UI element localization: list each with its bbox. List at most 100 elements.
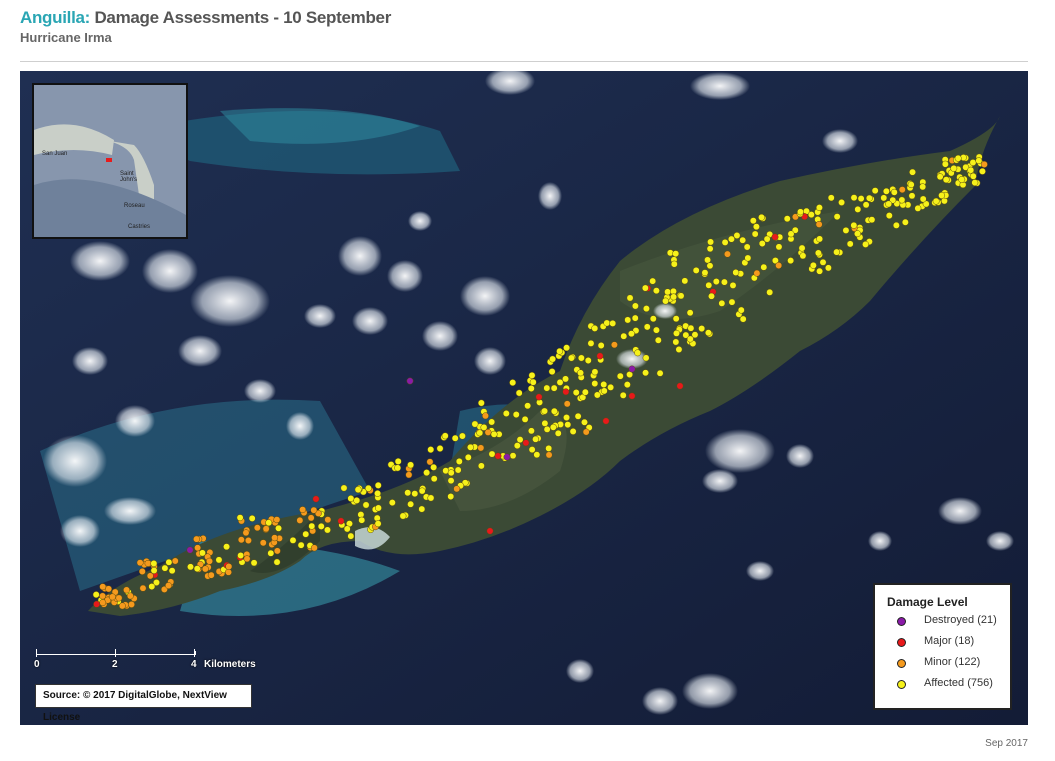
damage-point xyxy=(885,200,893,208)
damage-point xyxy=(652,287,660,295)
damage-point xyxy=(687,324,695,332)
damage-point xyxy=(317,522,325,530)
damage-point xyxy=(816,267,824,275)
damage-point xyxy=(562,375,569,383)
damage-point xyxy=(673,329,680,337)
source-credit: Source: © 2017 DigitalGlobe, NextView Li… xyxy=(35,684,252,723)
damage-point xyxy=(374,490,382,497)
damage-point xyxy=(541,407,549,415)
damage-point xyxy=(186,546,194,554)
damage-point xyxy=(289,536,297,544)
damage-point xyxy=(513,442,521,450)
damage-point xyxy=(854,230,861,238)
damage-point xyxy=(602,417,610,425)
damage-point xyxy=(739,236,747,244)
damage-point xyxy=(704,256,712,264)
damage-point xyxy=(253,524,261,532)
scale-tick xyxy=(115,649,116,657)
damage-point xyxy=(732,269,740,276)
damage-point xyxy=(744,254,752,262)
minor-dot-icon xyxy=(897,659,906,668)
damage-point xyxy=(862,201,870,209)
damage-point xyxy=(225,568,232,576)
damage-point xyxy=(681,277,689,285)
damage-point xyxy=(631,302,639,310)
damage-point xyxy=(842,226,850,234)
location-marker xyxy=(106,158,112,162)
damage-point xyxy=(775,262,783,269)
damage-point xyxy=(854,205,862,213)
damage-point xyxy=(676,382,684,390)
damage-point xyxy=(760,263,768,271)
damage-point xyxy=(150,560,158,567)
damage-point xyxy=(548,368,556,376)
scale-bar: 0 2 4 Kilometers xyxy=(34,645,284,675)
damage-point xyxy=(225,563,233,570)
affected-dot-icon xyxy=(897,680,906,689)
damage-point xyxy=(603,319,611,327)
damage-point xyxy=(337,517,345,525)
legend-label: Destroyed (21) xyxy=(924,614,997,626)
damage-point xyxy=(407,500,415,508)
damage-point xyxy=(549,423,557,431)
legend-item-destroyed: Destroyed (21) xyxy=(887,613,1010,634)
damage-point xyxy=(118,602,126,610)
damage-point xyxy=(99,583,107,591)
damage-point xyxy=(150,567,158,574)
damage-point xyxy=(691,331,699,339)
damage-point xyxy=(865,194,873,202)
damage-point xyxy=(677,292,685,300)
damage-point xyxy=(787,257,795,265)
damage-point xyxy=(807,211,815,219)
map-view[interactable]: San Juan Saint John's Roseau Castries 0 … xyxy=(20,71,1028,725)
scale-label-2: 2 xyxy=(112,659,118,670)
damage-point xyxy=(627,330,635,338)
damage-point xyxy=(265,519,273,527)
damage-point xyxy=(374,520,382,528)
damage-point xyxy=(641,284,649,292)
damage-point xyxy=(766,288,774,296)
damage-point xyxy=(206,557,213,565)
damage-point xyxy=(144,559,152,567)
damage-point xyxy=(600,381,608,388)
scale-label-4: 4 xyxy=(191,659,197,670)
damage-point xyxy=(302,530,310,538)
damage-point xyxy=(207,571,215,579)
damage-point xyxy=(978,167,986,175)
damage-point xyxy=(374,504,382,512)
damage-point xyxy=(954,154,962,162)
damage-point xyxy=(662,297,669,305)
damage-point xyxy=(581,388,589,396)
damage-point xyxy=(126,592,134,600)
damage-point xyxy=(307,514,315,522)
damage-point xyxy=(146,572,154,580)
damage-point xyxy=(607,383,615,391)
inset-locator-map: San Juan Saint John's Roseau Castries xyxy=(32,83,188,239)
damage-point xyxy=(619,391,627,399)
damage-point xyxy=(706,245,714,253)
damage-point xyxy=(347,495,355,502)
damage-point xyxy=(749,217,757,225)
damage-point xyxy=(535,393,543,401)
damage-point xyxy=(236,514,244,522)
damage-point xyxy=(108,593,116,601)
damage-point xyxy=(787,230,795,238)
damage-point xyxy=(237,536,245,544)
damage-point xyxy=(626,294,634,302)
damage-point xyxy=(686,309,694,317)
damage-point xyxy=(467,443,474,451)
scale-tick xyxy=(194,649,195,657)
damage-point xyxy=(541,419,549,427)
damage-point xyxy=(751,230,759,238)
damage-point xyxy=(453,485,461,493)
damage-point xyxy=(610,341,618,349)
damage-point xyxy=(885,212,893,220)
damage-point xyxy=(324,516,332,524)
damage-point xyxy=(675,346,683,353)
damage-point xyxy=(242,529,250,537)
damage-point xyxy=(720,278,728,286)
damage-point xyxy=(388,499,396,507)
damage-point xyxy=(480,423,488,431)
damage-point xyxy=(919,195,927,203)
damage-point xyxy=(706,262,714,270)
